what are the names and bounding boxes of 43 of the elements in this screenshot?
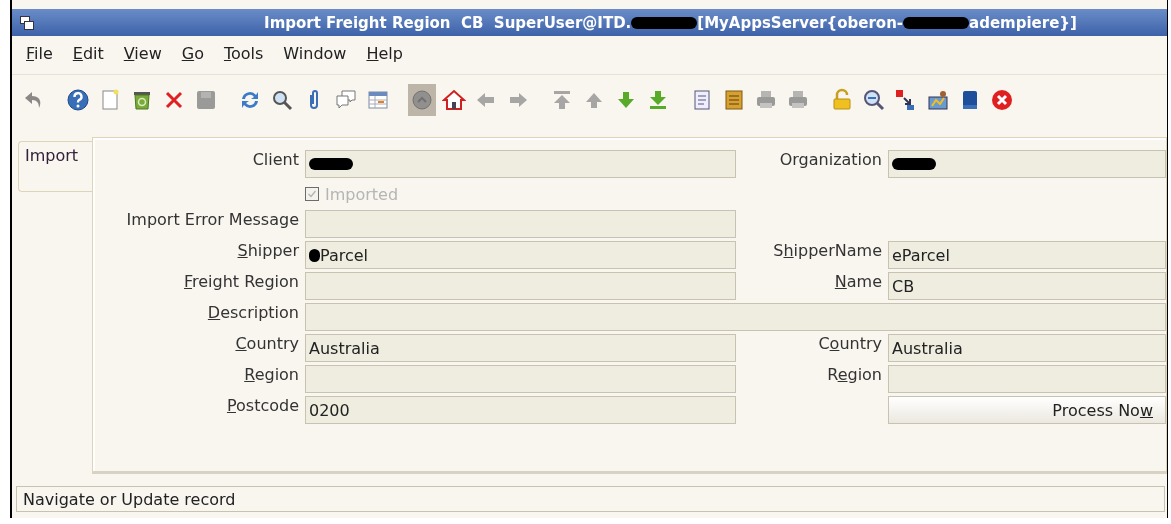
tab[interactable]: Import	[18, 141, 92, 192]
menu-item[interactable]: Window	[283, 44, 347, 70]
text-field[interactable]	[305, 303, 1166, 331]
checkbox-label: Imported	[325, 184, 399, 204]
status-bar: Navigate or Update record	[16, 486, 1165, 512]
menu-item[interactable]: Edit	[72, 44, 104, 70]
field-label: Shipper	[236, 241, 299, 260]
menu-item[interactable]: Tools	[223, 44, 264, 70]
text-field[interactable]: Australia	[888, 334, 1166, 362]
menu-item[interactable]: File	[26, 44, 53, 70]
field-label: Organization	[778, 150, 882, 169]
field-label: Region	[826, 365, 882, 384]
text-field[interactable]: Parcel	[305, 241, 736, 269]
text-field[interactable]: Australia	[305, 334, 736, 362]
text-field[interactable]	[305, 365, 736, 393]
text-field[interactable]	[888, 365, 1166, 393]
redaction-mark	[903, 16, 970, 29]
field-label: Region	[243, 365, 299, 384]
process-now-button[interactable]: Process Now	[888, 396, 1166, 424]
field-label: Import Error Message	[125, 210, 299, 229]
field-label: Freight Region	[183, 272, 299, 291]
menu-item[interactable]: Help	[366, 44, 403, 70]
window-title: Import Freight Region CB SuperUser@ITD.	[264, 13, 632, 32]
redaction-mark	[631, 16, 698, 29]
field-label: ShipperName	[772, 241, 882, 260]
window-icon[interactable]	[20, 15, 34, 30]
field-label: Name	[833, 272, 882, 291]
field-label: Country	[234, 334, 299, 353]
field-label: Postcode	[225, 396, 299, 415]
field-label: Client	[251, 150, 299, 169]
text-field[interactable]	[305, 272, 736, 300]
text-field[interactable]	[305, 210, 736, 238]
window-title: [MyAppsServer{oberon-	[697, 13, 904, 32]
text-field[interactable]: CB	[888, 272, 1166, 300]
text-field[interactable]: eParcel	[888, 241, 1166, 269]
menu-item[interactable]: Go	[181, 44, 204, 70]
field-label: Description	[206, 303, 299, 322]
field-label: Country	[817, 334, 882, 353]
text-field[interactable]: 0200	[305, 396, 736, 424]
text-field[interactable]	[305, 150, 736, 178]
text-field[interactable]	[888, 150, 1166, 178]
window-title: adempiere}]	[969, 13, 1077, 32]
menu-item[interactable]: View	[123, 44, 162, 70]
